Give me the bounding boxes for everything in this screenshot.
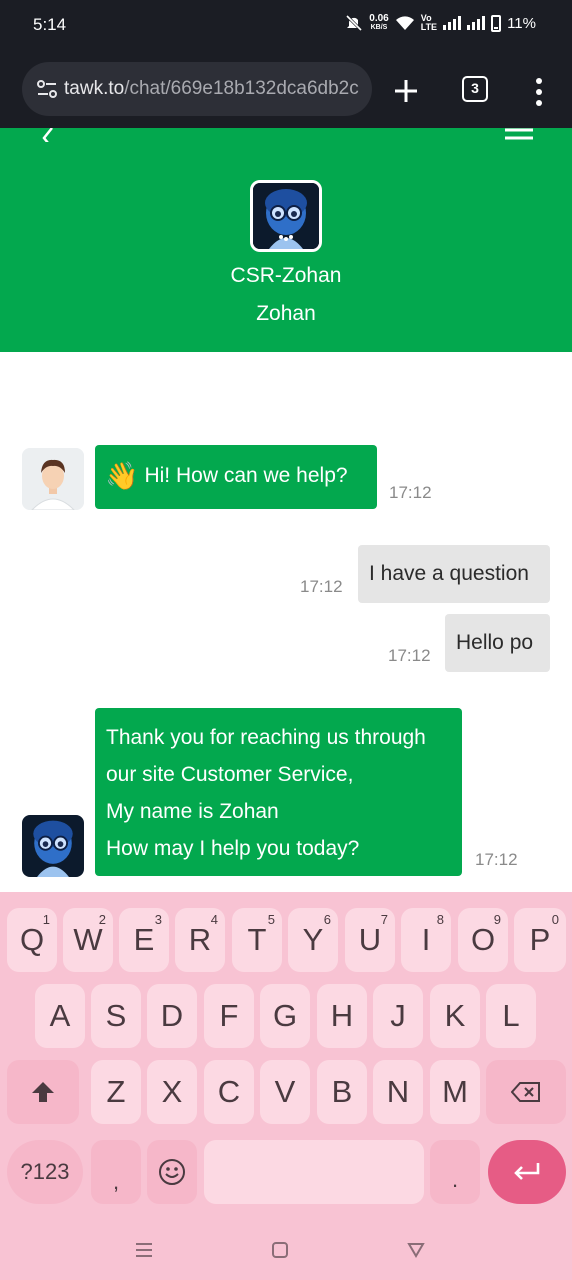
message-bubble-agent: 👋 Hi! How can we help? bbox=[95, 445, 377, 509]
message-line: My name is Zohan bbox=[106, 800, 279, 823]
comma-key[interactable]: , bbox=[91, 1140, 141, 1204]
system-navigation-bar bbox=[0, 1230, 572, 1270]
battery-icon bbox=[491, 14, 502, 32]
back-icon[interactable] bbox=[407, 1242, 425, 1258]
onscreen-keyboard: 1Q 2W 3E 4R 5T 6Y 7U 8I 9O 0P A S D F G … bbox=[0, 892, 572, 1280]
signal-icon bbox=[443, 16, 462, 30]
key-w[interactable]: 2W bbox=[63, 908, 113, 972]
message-line: Thank you for reaching us through bbox=[106, 726, 426, 749]
more-menu-icon[interactable] bbox=[534, 77, 544, 107]
shift-key[interactable] bbox=[7, 1060, 79, 1124]
signal-icon bbox=[467, 16, 486, 30]
key-v[interactable]: V bbox=[260, 1060, 310, 1124]
tab-switcher-icon[interactable]: 3 bbox=[462, 76, 488, 102]
new-tab-plus-icon[interactable] bbox=[393, 78, 419, 104]
key-s[interactable]: S bbox=[91, 984, 141, 1048]
battery-percent: 11% bbox=[507, 14, 536, 32]
hamburger-menu-icon[interactable] bbox=[505, 128, 533, 140]
sadness-character-image bbox=[22, 815, 84, 877]
shift-arrow-icon bbox=[32, 1082, 54, 1102]
url-path: /chat/669e18b132dca6db2c bbox=[124, 78, 359, 99]
key-h[interactable]: H bbox=[317, 984, 367, 1048]
key-l[interactable]: L bbox=[486, 984, 536, 1048]
key-z[interactable]: Z bbox=[91, 1060, 141, 1124]
url-host: tawk.to bbox=[64, 78, 125, 99]
key-u[interactable]: 7U bbox=[345, 908, 395, 972]
emoji-key[interactable] bbox=[147, 1140, 197, 1204]
key-m[interactable]: M bbox=[430, 1060, 480, 1124]
key-c[interactable]: C bbox=[204, 1060, 254, 1124]
key-j[interactable]: J bbox=[373, 984, 423, 1048]
key-i[interactable]: 8I bbox=[401, 908, 451, 972]
chat-header: CSR-Zohan Zohan bbox=[0, 128, 572, 352]
bot-avatar bbox=[22, 448, 84, 510]
key-t[interactable]: 5T bbox=[232, 908, 282, 972]
key-k[interactable]: K bbox=[430, 984, 480, 1048]
key-d[interactable]: D bbox=[147, 984, 197, 1048]
message-bubble-agent: Thank you for reaching us through our si… bbox=[95, 708, 462, 876]
message-list[interactable]: 👋 Hi! How can we help? 17:12 I have a qu… bbox=[0, 352, 572, 892]
message-time: 17:12 bbox=[388, 646, 431, 665]
message-text: Hello po bbox=[456, 631, 534, 654]
emoji-smiley-icon bbox=[159, 1159, 185, 1185]
chat-subtitle: Zohan bbox=[256, 302, 316, 325]
key-b[interactable]: B bbox=[317, 1060, 367, 1124]
spacebar-key[interactable] bbox=[204, 1140, 424, 1204]
message-line: How may I help you today? bbox=[106, 837, 360, 860]
volte-indicator: Vo LTE bbox=[420, 13, 438, 32]
key-a[interactable]: A bbox=[35, 984, 85, 1048]
key-p[interactable]: 0P bbox=[514, 908, 566, 972]
message-bubble-visitor: I have a question bbox=[358, 545, 550, 603]
key-y[interactable]: 6Y bbox=[288, 908, 338, 972]
key-q[interactable]: 1Q bbox=[7, 908, 57, 972]
url-text[interactable]: tawk.to/chat/669e18b132dca6db2c bbox=[64, 78, 364, 100]
message-line: our site Customer Service, bbox=[106, 763, 354, 786]
agent-avatar-small bbox=[22, 815, 84, 877]
status-time: 5:14 bbox=[33, 15, 67, 34]
message-text: I have a question bbox=[369, 562, 529, 585]
message-time: 17:12 bbox=[300, 577, 343, 596]
message-text: Hi! How can we help? bbox=[144, 464, 348, 487]
enter-arrow-icon bbox=[514, 1163, 540, 1180]
chat-title: CSR-Zohan bbox=[230, 264, 342, 287]
key-g[interactable]: G bbox=[260, 984, 310, 1048]
net-speed: 0.06 KB/S bbox=[369, 13, 389, 32]
agent-avatar bbox=[250, 180, 322, 252]
browser-toolbar: tawk.to/chat/669e18b132dca6db2c 3 bbox=[0, 52, 572, 128]
key-o[interactable]: 9O bbox=[458, 908, 508, 972]
key-n[interactable]: N bbox=[373, 1060, 423, 1124]
status-icons: 0.06 KB/S Vo LTE 11% bbox=[345, 14, 536, 32]
key-x[interactable]: X bbox=[147, 1060, 197, 1124]
person-avatar-icon bbox=[22, 448, 84, 510]
recents-icon[interactable] bbox=[134, 1242, 154, 1258]
back-arrow-icon[interactable] bbox=[40, 128, 60, 142]
key-f[interactable]: F bbox=[204, 984, 254, 1048]
message-bubble-visitor: Hello po bbox=[445, 614, 550, 672]
key-e[interactable]: 3E bbox=[119, 908, 169, 972]
mute-icon bbox=[346, 14, 363, 32]
sadness-character-image bbox=[253, 183, 319, 249]
message-time: 17:12 bbox=[389, 483, 432, 502]
backspace-icon bbox=[510, 1082, 540, 1102]
enter-key[interactable] bbox=[488, 1140, 566, 1204]
site-settings-icon[interactable] bbox=[36, 79, 58, 99]
symbols-key[interactable]: ?123 bbox=[7, 1140, 83, 1204]
wifi-icon bbox=[395, 16, 414, 30]
address-bar[interactable]: tawk.to/chat/669e18b132dca6db2c bbox=[22, 62, 372, 116]
home-icon[interactable] bbox=[271, 1241, 289, 1259]
key-r[interactable]: 4R bbox=[175, 908, 225, 972]
status-bar: 5:14 0.06 KB/S Vo LTE 11% bbox=[0, 0, 572, 52]
message-time: 17:12 bbox=[475, 850, 518, 869]
backspace-key[interactable] bbox=[486, 1060, 566, 1124]
period-key[interactable]: . bbox=[430, 1140, 480, 1204]
wave-emoji-icon: 👋 bbox=[105, 461, 139, 491]
